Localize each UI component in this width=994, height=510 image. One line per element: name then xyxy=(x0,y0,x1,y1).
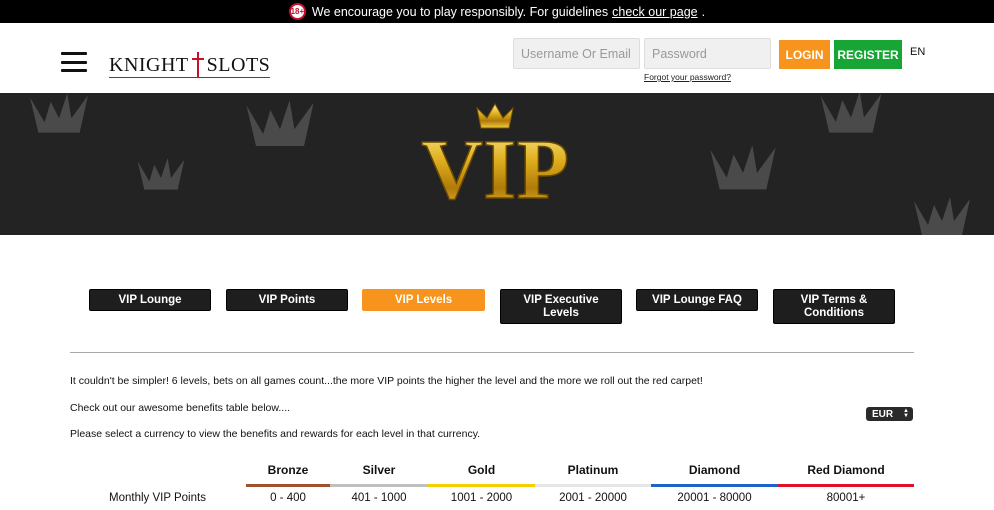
select-arrows-icon: ▲ ▼ xyxy=(903,408,909,419)
column-header-red-diamond: Red Diamond xyxy=(807,463,885,477)
crown-icon xyxy=(246,100,314,146)
crown-icon xyxy=(710,145,776,190)
table-cell: 2001 - 20000 xyxy=(559,492,627,504)
vip-logo: VIP xyxy=(420,102,570,208)
banner-suffix: . xyxy=(701,4,706,19)
login-button[interactable]: LOGIN xyxy=(779,40,830,69)
sword-icon xyxy=(191,50,205,80)
password-input[interactable] xyxy=(644,38,771,69)
table-cell: 1001 - 2000 xyxy=(450,492,513,504)
red-diamond-color-bar xyxy=(778,484,914,487)
table-cell: 401 - 1000 xyxy=(351,492,407,504)
age-18-badge: 18+ xyxy=(288,3,306,20)
logo-text-right: SLOTS xyxy=(206,53,271,76)
tab-vip-lounge-faq[interactable]: VIP Lounge FAQ xyxy=(636,289,758,311)
tab-vip-points[interactable]: VIP Points xyxy=(226,289,348,311)
crown-icon xyxy=(914,197,970,235)
column-header-diamond: Diamond xyxy=(688,463,741,477)
tab-vip-levels[interactable]: VIP Levels xyxy=(362,289,485,311)
banner-text: We encourage you to play responsibly. Fo… xyxy=(311,4,609,19)
diamond-color-bar xyxy=(651,484,778,487)
row-label-monthly-vip-points: Monthly VIP Points xyxy=(109,492,206,504)
intro-text: It couldn't be simpler! 6 levels, bets o… xyxy=(70,375,703,387)
guidelines-link[interactable]: check our page xyxy=(612,5,697,19)
bronze-color-bar xyxy=(246,484,330,487)
vip-hero-banner: VIP xyxy=(0,93,994,235)
knightslots-logo[interactable]: KNIGHT SLOTS xyxy=(109,50,271,80)
select-currency-text: Please select a currency to view the ben… xyxy=(70,428,481,440)
check-text: Check out our awesome benefits table bel… xyxy=(70,402,291,414)
tab-vip-terms-conditions[interactable]: VIP Terms & Conditions xyxy=(773,289,895,324)
gold-color-bar xyxy=(428,484,535,487)
table-cell: 0 - 400 xyxy=(270,492,306,504)
tab-vip-executive-levels[interactable]: VIP Executive Levels xyxy=(500,289,622,324)
responsible-gaming-banner: 18+ We encourage you to play responsibly… xyxy=(0,0,994,23)
username-input[interactable] xyxy=(513,38,640,69)
site-header: KNIGHT SLOTS Forgot your password? LOGIN… xyxy=(0,23,994,93)
currency-value: EUR xyxy=(872,408,894,420)
currency-select[interactable]: EUR ▲ ▼ xyxy=(866,407,913,421)
table-cell: 20001 - 80000 xyxy=(677,492,752,504)
silver-color-bar xyxy=(330,484,428,487)
crown-icon xyxy=(137,158,185,190)
column-header-bronze: Bronze xyxy=(267,463,309,477)
crown-icon xyxy=(820,93,882,133)
column-header-silver: Silver xyxy=(362,463,396,477)
column-header-platinum: Platinum xyxy=(567,463,619,477)
language-selector[interactable]: EN xyxy=(910,46,925,58)
vip-title: VIP xyxy=(421,121,569,208)
column-header-gold: Gold xyxy=(467,463,496,477)
logo-text-left: KNIGHT xyxy=(109,53,189,76)
menu-icon[interactable] xyxy=(61,52,87,72)
register-button[interactable]: REGISTER xyxy=(834,40,902,69)
forgot-password-link[interactable]: Forgot your password? xyxy=(644,72,731,82)
tab-vip-lounge[interactable]: VIP Lounge xyxy=(89,289,211,311)
section-divider xyxy=(70,352,914,353)
table-cell: 80001+ xyxy=(826,492,866,504)
platinum-color-bar xyxy=(535,484,651,487)
crown-icon xyxy=(30,93,88,133)
